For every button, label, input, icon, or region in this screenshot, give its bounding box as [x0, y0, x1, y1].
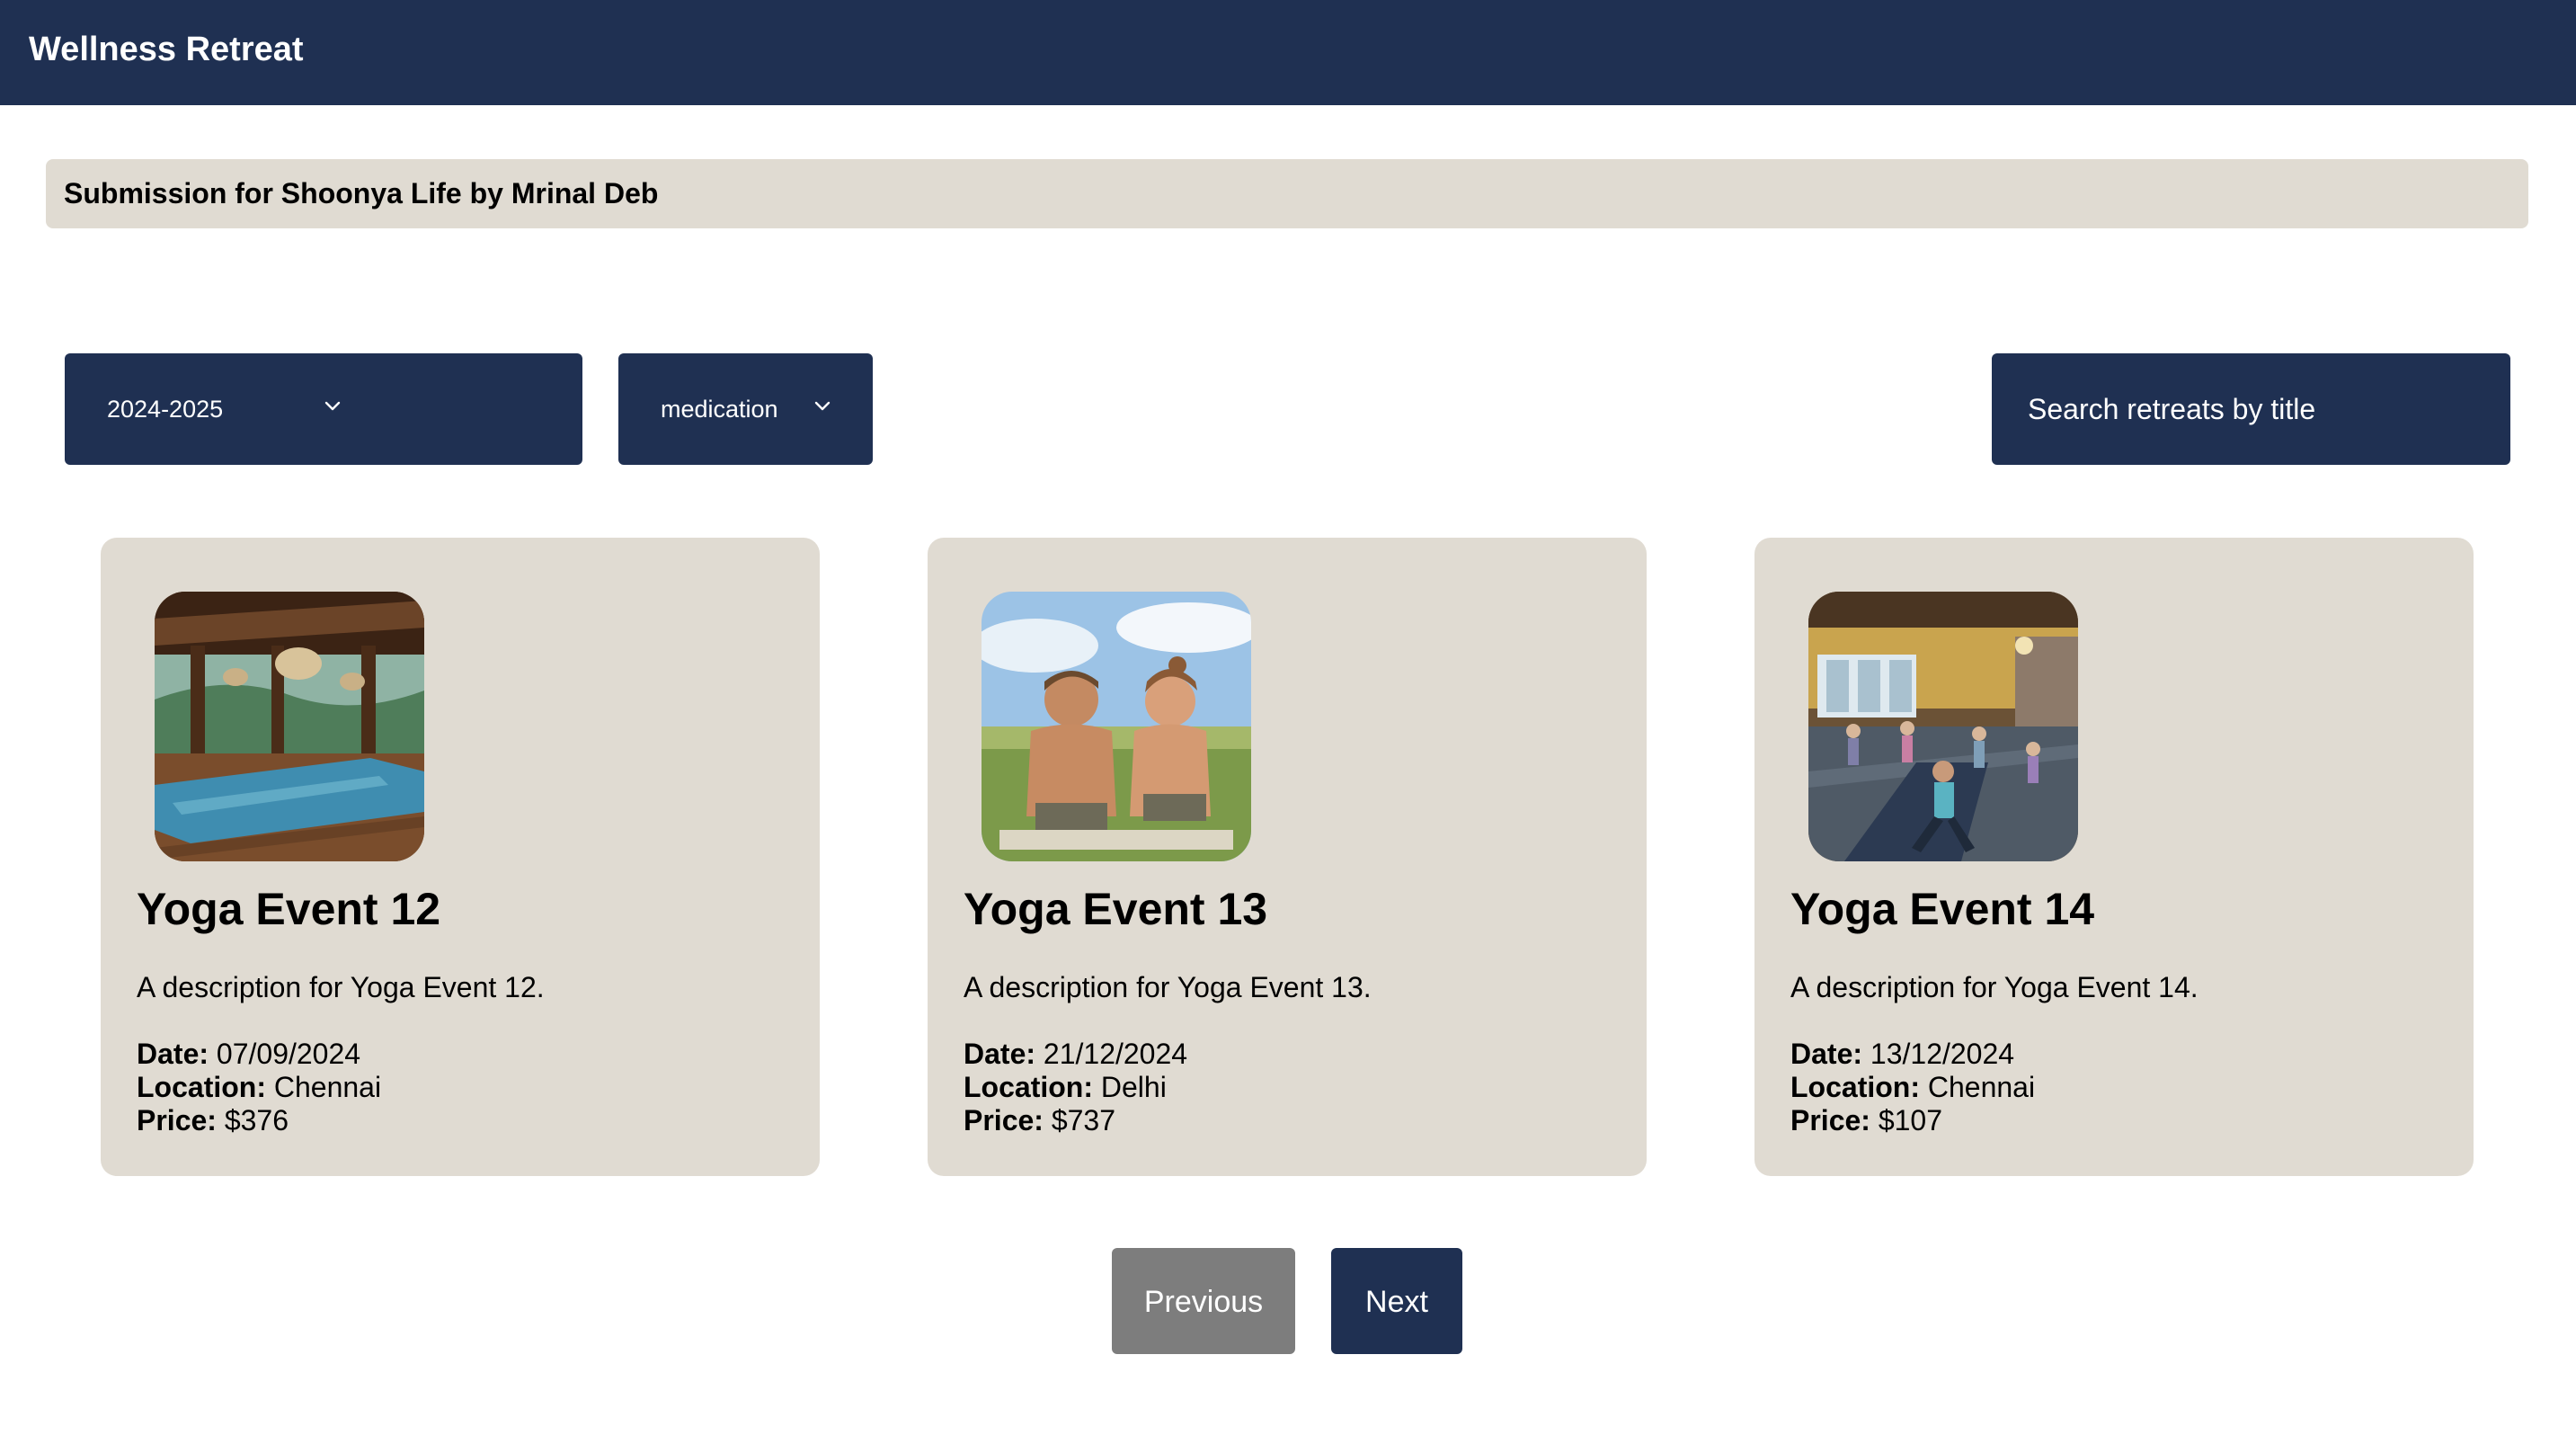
next-button[interactable]: Next: [1331, 1248, 1462, 1354]
location-label: Location:: [137, 1071, 266, 1103]
retreat-card: Yoga Event 12 A description for Yoga Eve…: [101, 538, 820, 1176]
year-filter-value: 2024-2025: [107, 396, 224, 423]
card-price: $737: [1051, 1104, 1116, 1136]
category-filter-select[interactable]: medication: [618, 353, 873, 465]
card-description: A description for Yoga Event 14.: [1790, 971, 2198, 1003]
date-label: Date:: [1790, 1038, 1863, 1070]
retreat-card: Yoga Event 14 A description for Yoga Eve…: [1754, 538, 2474, 1176]
year-filter-select[interactable]: 2024-2025: [65, 353, 582, 465]
card-title: Yoga Event 12: [137, 884, 441, 934]
date-label: Date:: [964, 1038, 1036, 1070]
previous-button[interactable]: Previous: [1112, 1248, 1295, 1354]
price-label: Price:: [1790, 1104, 1870, 1136]
couple-plank-meadow-image: [982, 592, 1251, 861]
card-price: $107: [1878, 1104, 1943, 1136]
card-date: 13/12/2024: [1870, 1038, 2015, 1070]
date-label: Date:: [137, 1038, 209, 1070]
card-title: Yoga Event 13: [964, 884, 1268, 934]
card-location: Chennai: [1927, 1071, 2036, 1103]
banner-text: Submission for Shoonya Life by Mrinal De…: [64, 177, 659, 209]
card-location: Chennai: [273, 1071, 382, 1103]
card-details: Date: 21/12/2024 Location: Delhi Price: …: [964, 1038, 1187, 1137]
card-location: Delhi: [1100, 1071, 1167, 1103]
submission-banner: Submission for Shoonya Life by Mrinal De…: [46, 159, 2528, 228]
top-navbar: Wellness Retreat: [0, 0, 2576, 105]
location-label: Location:: [1790, 1071, 1920, 1103]
category-filter-value: medication: [661, 396, 778, 423]
card-description: A description for Yoga Event 12.: [137, 971, 545, 1003]
retreat-card: Yoga Event 13 A description for Yoga Eve…: [928, 538, 1647, 1176]
yoga-class-hall-image: [1808, 592, 2078, 861]
chevron-down-icon: [324, 401, 341, 411]
card-date: 21/12/2024: [1043, 1038, 1188, 1070]
card-price: $376: [224, 1104, 289, 1136]
app-title: Wellness Retreat: [29, 31, 304, 68]
location-label: Location:: [964, 1071, 1093, 1103]
card-date: 07/09/2024: [216, 1038, 361, 1070]
card-details: Date: 07/09/2024 Location: Chennai Price…: [137, 1038, 381, 1137]
card-details: Date: 13/12/2024 Location: Chennai Price…: [1790, 1038, 2035, 1137]
card-title: Yoga Event 14: [1790, 884, 2095, 934]
search-input[interactable]: [1992, 353, 2510, 465]
yoga-pavilion-image: [155, 592, 424, 861]
price-label: Price:: [964, 1104, 1044, 1136]
card-description: A description for Yoga Event 13.: [964, 971, 1372, 1003]
price-label: Price:: [137, 1104, 217, 1136]
chevron-down-icon: [814, 401, 831, 411]
